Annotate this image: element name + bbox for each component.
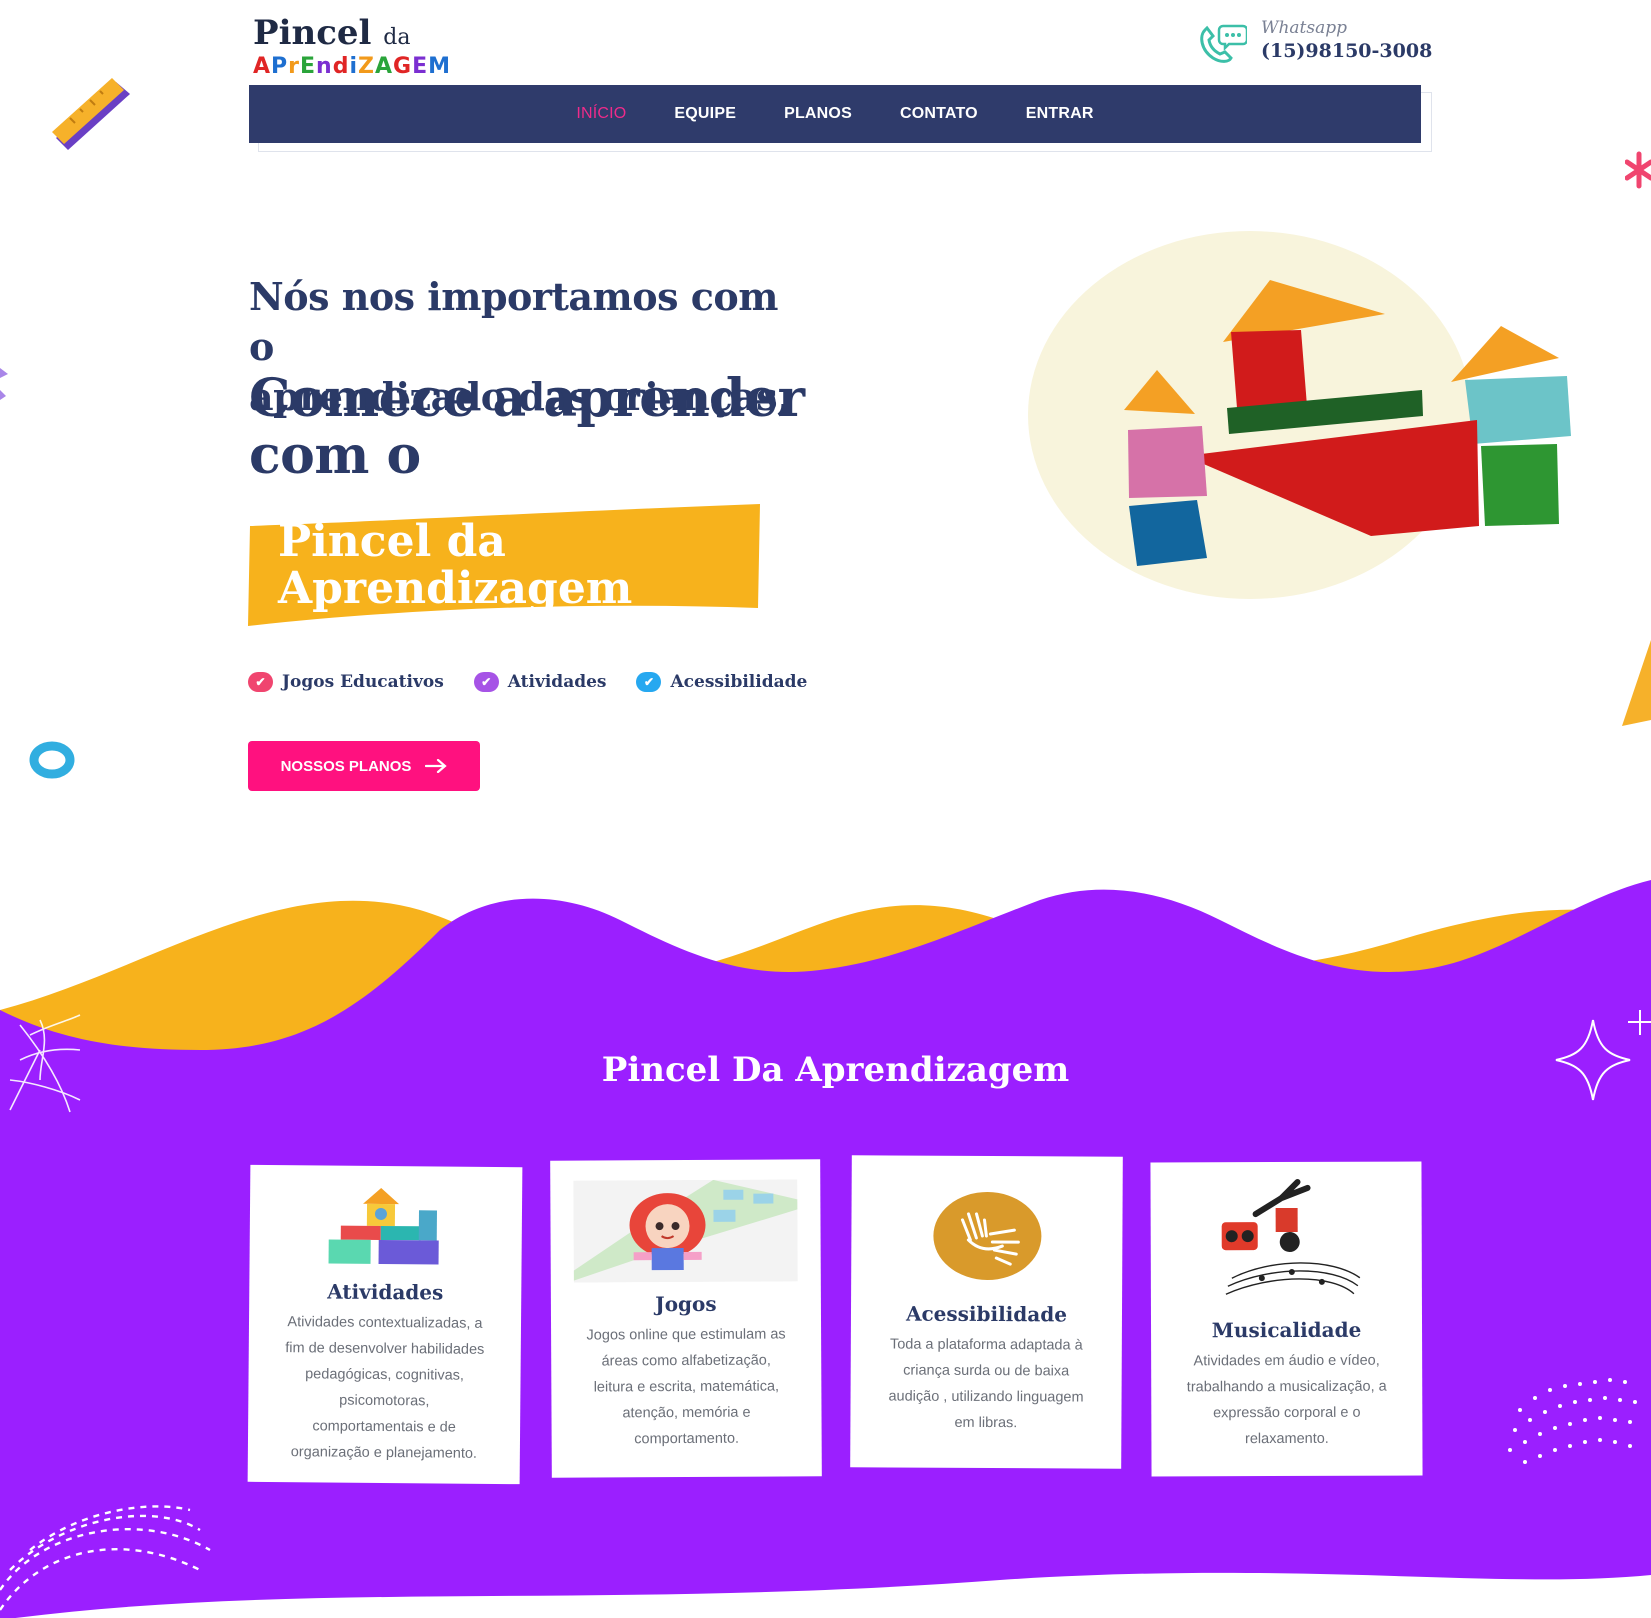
card-musicalidade[interactable]: Musicalidade Atividades em áudio e vídeo… — [1150, 1161, 1423, 1477]
logo-letter: r — [288, 54, 301, 79]
button-label: NOSSOS PLANOS — [280, 757, 412, 775]
logo-letter: M — [428, 54, 451, 79]
logo-line1-small: da — [383, 25, 411, 50]
hero-title: Comece a aprender com o — [249, 370, 849, 484]
card-desc-line: Jogos online que estimulam as — [586, 1326, 786, 1344]
nav-item-planos[interactable]: PLANOS — [760, 105, 876, 123]
card-title: Musicalidade — [1211, 1317, 1362, 1343]
card-desc-line: psicomotoras, — [339, 1392, 430, 1410]
card-desc-line: fim de desenvolver habilidades — [285, 1340, 485, 1358]
card-description: Toda a plataforma adaptada à criança sur… — [850, 1331, 1122, 1436]
card-jogos[interactable]: Jogos Jogos online que estimulam as área… — [550, 1159, 822, 1478]
logo-letter: A — [374, 54, 393, 79]
card-desc-line: pedagógicas, cognitivas, — [305, 1366, 465, 1384]
card-acessibilidade[interactable]: Acessibilidade Toda a plataforma adaptad… — [850, 1155, 1123, 1469]
card-desc-line: relaxamento. — [1244, 1430, 1329, 1448]
card-desc-line: leitura e escrita, matemática, — [593, 1378, 780, 1396]
whatsapp-phone-icon — [1200, 24, 1247, 63]
arrow-right-icon — [425, 759, 448, 773]
main-nav: INÍCIO EQUIPE PLANOS CONTATO ENTRAR — [249, 85, 1421, 143]
hero-highlight-line2: Aprendizagem — [278, 563, 633, 614]
toy-blocks-icon — [328, 1187, 439, 1265]
check-icon: ✔ — [248, 672, 273, 692]
logo-letter: P — [271, 54, 289, 79]
feature-acessibilidade: ✔ Acessibilidade — [636, 672, 807, 692]
logo-letter: n — [316, 54, 333, 79]
card-desc-line: trabalhando a musicalização, a — [1186, 1378, 1387, 1396]
logo-letter: d — [332, 54, 350, 79]
card-desc-line: Atividades contextualizadas, a — [287, 1314, 483, 1332]
star-burst-decoration-icon — [1625, 151, 1651, 189]
card-desc-line: áreas como alfabetização, — [601, 1352, 771, 1370]
logo-letter: E — [300, 54, 317, 79]
card-desc-line: Toda a plataforma adaptada à — [889, 1336, 1083, 1354]
logo-line2: APrEndiZAGEM — [253, 55, 453, 79]
feature-label: Jogos Educativos — [282, 672, 444, 692]
logo-letter: G — [393, 54, 413, 79]
ruler-decoration-icon — [52, 78, 130, 150]
logo-letter: i — [349, 54, 359, 79]
feature-jogos: ✔ Jogos Educativos — [248, 672, 444, 692]
card-desc-line: em libras. — [954, 1414, 1018, 1432]
check-icon: ✔ — [473, 672, 499, 692]
card-title: Acessibilidade — [905, 1301, 1068, 1327]
small-shape-decoration-icon — [0, 368, 8, 400]
card-desc-line: expressão corporal e o — [1213, 1404, 1361, 1422]
logo-letter: Z — [358, 54, 375, 79]
hero-subtitle-line1: Nós nos importamos com o — [249, 274, 778, 369]
card-desc-line: organização e planejamento. — [290, 1444, 478, 1462]
sign-language-hands-icon — [932, 1192, 1041, 1281]
feature-label: Atividades — [507, 672, 607, 692]
logo-letter: E — [412, 54, 429, 79]
nav-item-equipe[interactable]: EQUIPE — [650, 105, 760, 123]
site-logo[interactable]: Pincel da APrEndiZAGEM — [253, 13, 453, 79]
hero-highlight: Pincel da Aprendizagem — [278, 518, 758, 612]
card-desc-line: comportamento. — [634, 1430, 740, 1448]
card-desc-line: atenção, memória e — [622, 1404, 751, 1422]
section-title: Pincel Da Aprendizagem — [601, 1050, 1070, 1090]
nossos-planos-button[interactable]: NOSSOS PLANOS — [248, 741, 480, 791]
card-title: Jogos — [655, 1291, 717, 1317]
nav-item-contato[interactable]: CONTATO — [876, 105, 1002, 123]
toy-castle-illustration — [1028, 231, 1571, 599]
whatsapp-label: Whatsapp — [1261, 18, 1348, 38]
card-desc-line: comportamentais e de — [312, 1418, 456, 1436]
triangle-decoration-icon — [1622, 640, 1651, 726]
whatsapp-phone: (15)98150-3008 — [1261, 40, 1433, 62]
feature-atividades: ✔ Atividades — [473, 672, 607, 692]
card-desc-line: Atividades em áudio e vídeo, — [1193, 1352, 1380, 1370]
hero-highlight-line1: Pincel da — [278, 516, 506, 567]
nav-item-entrar[interactable]: ENTRAR — [1002, 105, 1118, 123]
card-atividades[interactable]: Atividades Atividades contextualizadas, … — [247, 1164, 523, 1485]
hero-title-line2: com o — [249, 425, 421, 486]
card-title: Atividades — [327, 1279, 444, 1305]
ring-decoration-icon — [29, 741, 75, 779]
card-desc-line: audição , utilizando linguagem — [888, 1388, 1084, 1406]
nav-item-inicio[interactable]: INÍCIO — [552, 105, 650, 123]
card-desc-line: criança surda ou de baixa — [903, 1362, 1070, 1380]
feature-label: Acessibilidade — [670, 672, 808, 692]
hero-title-line1: Comece a aprender — [249, 368, 805, 429]
card-description: Jogos online que estimulam as áreas como… — [551, 1321, 822, 1452]
hero-features: ✔ Jogos Educativos ✔ Atividades ✔ Acessi… — [248, 668, 807, 696]
logo-letter: A — [253, 54, 272, 79]
breakdancer-music-icon — [1221, 1178, 1360, 1295]
card-description: Atividades contextualizadas, a fim de de… — [248, 1309, 521, 1467]
whatsapp-contact[interactable]: Whatsapp (15)98150-3008 — [1195, 18, 1435, 66]
logo-line1: Pincel — [253, 13, 372, 53]
girl-hopscotch-icon — [573, 1179, 798, 1283]
card-description: Atividades em áudio e vídeo, trabalhando… — [1151, 1348, 1422, 1453]
check-icon: ✔ — [636, 672, 662, 692]
